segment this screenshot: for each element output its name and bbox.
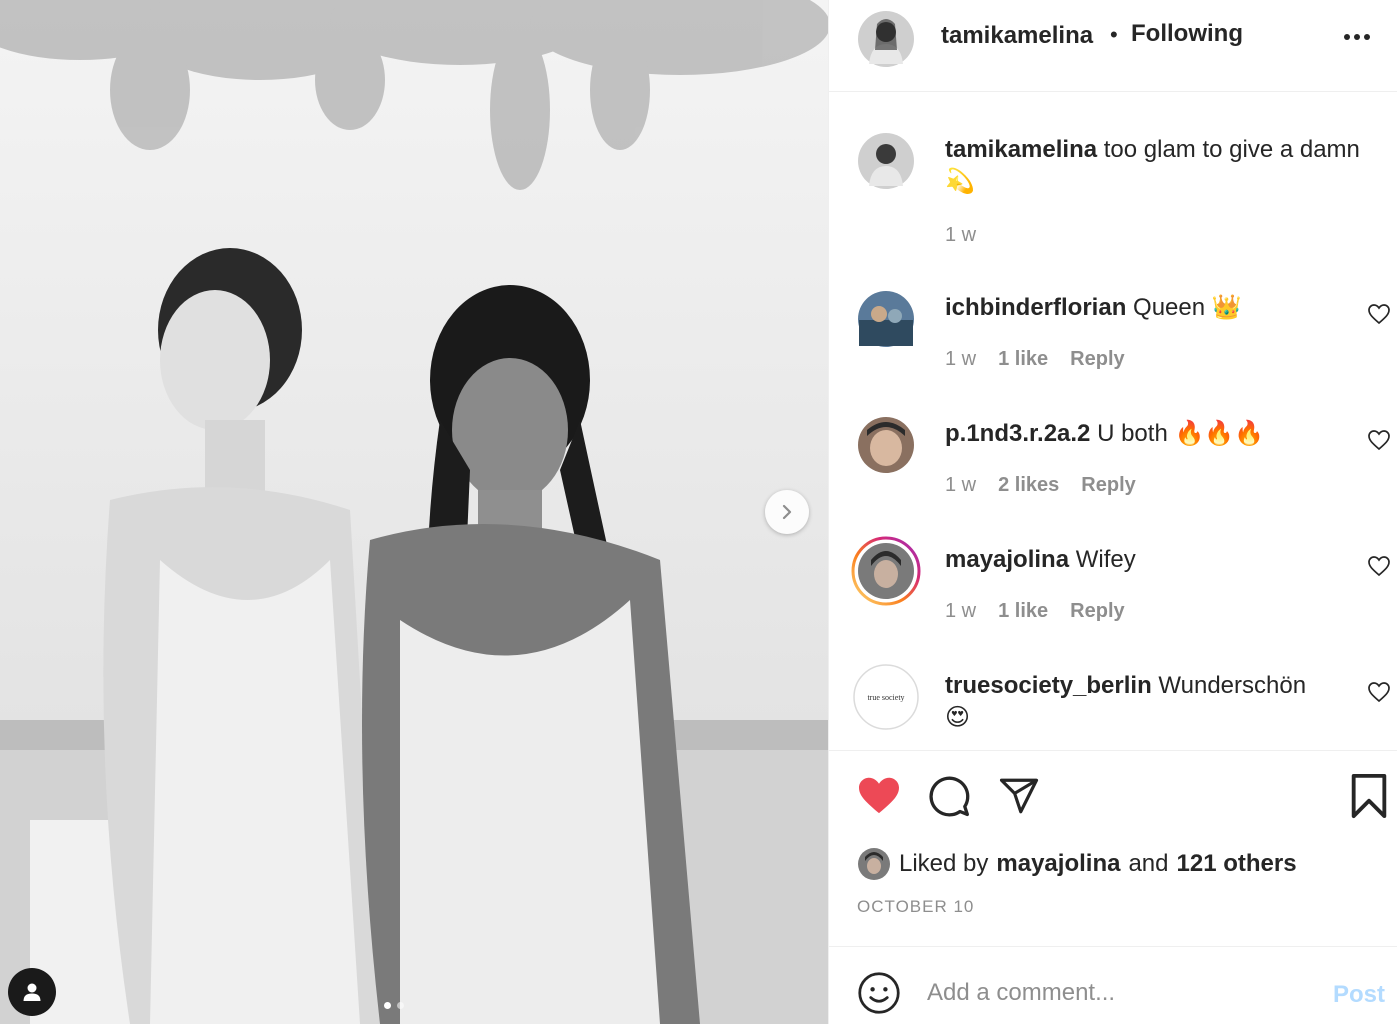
heart-icon[interactable] xyxy=(1367,302,1391,326)
caption-username[interactable]: tamikamelina xyxy=(945,136,1097,163)
comment-likes[interactable]: 1 like xyxy=(998,348,1048,371)
timestamp[interactable]: 1 w xyxy=(945,224,976,247)
caption-body: too glam to give a damn xyxy=(1103,136,1360,163)
liked-by-prefix: Liked by xyxy=(899,850,989,877)
reply-button[interactable]: Reply xyxy=(1070,600,1124,623)
timestamp[interactable]: 1 w xyxy=(945,348,976,371)
comment-likes[interactable]: 1 like xyxy=(998,600,1048,623)
comment-body: Wifey xyxy=(1075,546,1136,573)
author-username[interactable]: tamikamelina xyxy=(941,22,1093,50)
avatar[interactable] xyxy=(857,10,915,68)
carousel-indicator xyxy=(384,1002,404,1009)
comment-username[interactable]: p.1nd3.r.2a.2 xyxy=(945,420,1090,447)
reply-button[interactable]: Reply xyxy=(1081,474,1135,497)
comment-meta: 1 w 1 like Reply xyxy=(945,600,1125,623)
post-header: tamikamelina • Following xyxy=(829,0,1397,92)
reply-button[interactable]: Reply xyxy=(1070,348,1124,371)
timestamp[interactable]: 1 w xyxy=(945,600,976,623)
comments-list[interactable]: tamikamelina too glam to give a damn 💫 1… xyxy=(829,92,1397,748)
comment-username[interactable]: ichbinderflorian xyxy=(945,294,1126,321)
heart-icon[interactable] xyxy=(1367,680,1391,704)
avatar[interactable] xyxy=(857,290,915,348)
timestamp[interactable]: 1 w xyxy=(945,474,976,497)
liked-by-and: and xyxy=(1128,850,1169,877)
post-comment-button[interactable]: Post xyxy=(1333,981,1385,1009)
avatar[interactable] xyxy=(857,132,915,190)
liked-by-user[interactable]: mayajolina xyxy=(996,850,1120,878)
comment-body: U both 🔥🔥🔥 xyxy=(1097,420,1265,447)
avatar[interactable] xyxy=(857,416,915,474)
comment-body: Queen 👑 xyxy=(1133,294,1242,321)
following-button[interactable]: Following xyxy=(1131,20,1243,48)
heart-icon[interactable] xyxy=(1367,428,1391,452)
photo-scene xyxy=(0,0,828,1024)
post-sidebar: tamikamelina • Following tamikamelina to… xyxy=(828,0,1397,1024)
comment-icon[interactable] xyxy=(927,775,971,819)
comment-text: mayajolina Wifey xyxy=(945,544,1385,576)
user-icon xyxy=(23,983,41,1001)
carousel-dot-active xyxy=(384,1002,391,1009)
comment-text: ichbinderflorian Queen 👑 xyxy=(945,292,1385,324)
post-photo[interactable] xyxy=(0,0,828,1024)
liked-by-others[interactable]: 121 others xyxy=(1177,850,1297,878)
add-comment-bar: Post xyxy=(829,946,1397,1024)
heart-filled-icon[interactable] xyxy=(857,775,901,815)
caption-emoji: 💫 xyxy=(945,168,975,195)
comment-body: Wunderschön xyxy=(1158,672,1307,699)
avatar-brand-text: true society xyxy=(867,693,904,702)
comment-text: p.1nd3.r.2a.2 U both 🔥🔥🔥 xyxy=(945,418,1385,450)
comment-username[interactable]: mayajolina xyxy=(945,546,1069,573)
more-options-button[interactable] xyxy=(1339,24,1375,50)
comment-text: truesociety_berlin Wunderschön 😍 xyxy=(945,670,1385,734)
header-separator: • xyxy=(1110,22,1118,47)
bookmark-icon[interactable] xyxy=(1349,773,1389,819)
comment-meta: 1 w 1 like Reply xyxy=(945,348,1125,371)
heart-icon[interactable] xyxy=(1367,554,1391,578)
avatar-story-ring[interactable] xyxy=(851,536,921,606)
share-icon[interactable] xyxy=(997,775,1041,817)
comment-meta: 1 w 2 likes Reply xyxy=(945,474,1136,497)
post-date[interactable]: OCTOBER 10 xyxy=(857,897,974,917)
tagged-users-button[interactable] xyxy=(8,968,56,1016)
emoji-icon[interactable] xyxy=(857,971,901,1015)
comment-likes[interactable]: 2 likes xyxy=(998,474,1059,497)
more-horizontal-icon xyxy=(1344,34,1370,40)
liked-by: Liked by mayajolina and 121 others xyxy=(857,847,1297,881)
carousel-dot xyxy=(397,1002,404,1009)
comment-emoji: 😍 xyxy=(945,704,971,731)
avatar[interactable]: true society xyxy=(853,664,919,730)
caption-text: tamikamelina too glam to give a damn 💫 xyxy=(945,134,1385,198)
comment-username[interactable]: truesociety_berlin xyxy=(945,672,1152,699)
comment-input[interactable] xyxy=(927,973,1307,1013)
carousel-next-button[interactable] xyxy=(765,490,809,534)
avatar[interactable] xyxy=(857,847,891,881)
post-actions: Liked by mayajolina and 121 others OCTOB… xyxy=(829,750,1397,946)
caption-meta: 1 w xyxy=(945,224,976,247)
chevron-right-icon xyxy=(782,504,792,520)
